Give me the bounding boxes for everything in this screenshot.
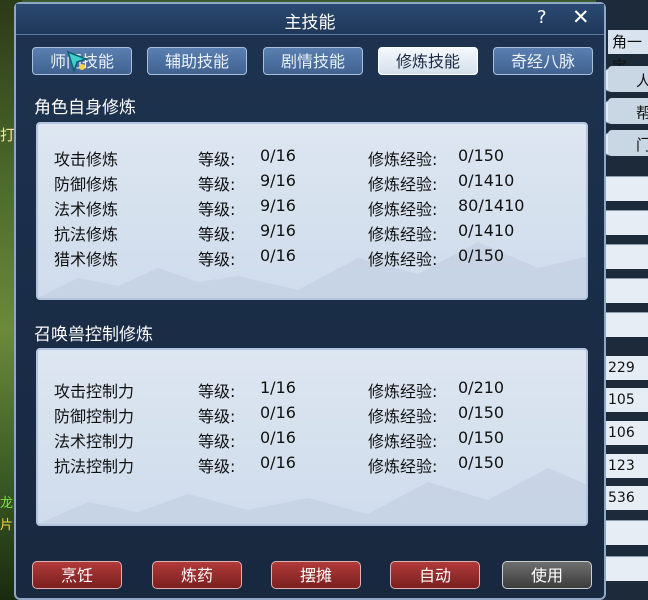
background-stat: 106 [606,421,648,445]
cultivation-row: 抗法控制力 等级: 0/16 修炼经验: 0/150 [54,453,505,476]
background-panel-title: 角一宝 [608,30,648,75]
cultivation-row: 法术修炼 等级: 9/16 修炼经验: 80/1410 [54,196,525,219]
cultivation-row: 猎术修炼 等级: 0/16 修炼经验: 0/150 [54,246,505,269]
help-button[interactable]: ? [537,7,547,28]
background-stat: 536 [606,486,648,510]
tab-story-skills[interactable]: 剧情技能 [263,47,363,75]
background-row [606,520,648,545]
background-chip[interactable]: 门 [608,130,648,156]
main-skills-window: 主技能 ? ✕ 师门技能 辅助技能 剧情技能 修炼技能 奇经八脉 角色自身修炼 … [14,2,606,600]
background-chip[interactable]: 人 [608,66,648,92]
background-chip[interactable]: 帮 [608,98,648,124]
cooking-button[interactable]: 烹饪 [32,561,122,589]
scene-text: 片 [0,518,14,533]
self-cultivation-title: 角色自身修炼 [34,98,136,118]
auto-button[interactable]: 自动 [390,561,480,589]
cultivation-row: 攻击控制力 等级: 1/16 修炼经验: 0/210 [54,378,505,401]
background-stat: 105 [606,388,648,412]
cultivation-row: 法术控制力 等级: 0/16 修炼经验: 0/150 [54,428,505,451]
background-stat: 123 [606,454,648,478]
background-row [606,556,648,581]
pet-cultivation-title: 召唤兽控制修炼 [34,325,153,345]
tab-assist-skills[interactable]: 辅助技能 [147,47,247,75]
cultivation-row: 抗法修炼 等级: 9/16 修炼经验: 0/1410 [54,221,515,244]
self-cultivation-panel: 攻击修炼 等级: 0/16 修炼经验: 0/150 防御修炼 等级: 9/16 修炼经验: 0/… [36,122,588,300]
title-bar[interactable]: 主技能 ? ✕ [16,4,604,35]
background-row [606,278,648,303]
window-title: 主技能 [284,13,336,33]
cultivation-row: 攻击修炼 等级: 0/16 修炼经验: 0/150 [54,146,505,169]
background-row [606,312,648,337]
tab-meridians[interactable]: 奇经八脉 [493,47,593,75]
background-stat: 229 [606,356,648,380]
background-row [606,176,648,201]
cursor-pointer-icon [66,50,89,74]
cultivation-row: 防御控制力 等级: 0/16 修炼经验: 0/150 [54,403,505,426]
scene-text: 龙 [0,496,14,511]
use-button[interactable]: 使用 [502,561,592,589]
alchemy-button[interactable]: 炼药 [152,561,242,589]
cultivation-row: 防御修炼 等级: 9/16 修炼经验: 0/1410 [54,171,515,194]
scene-text: 打 [0,126,16,144]
background-row [606,244,648,269]
close-button[interactable]: ✕ [572,5,590,29]
background-row [606,210,648,235]
tab-cultivation-skills[interactable]: 修炼技能 [378,47,478,75]
pet-cultivation-panel: 攻击控制力 等级: 1/16 修炼经验: 0/210 防御控制力 等级: 0/16 修炼经验:… [36,348,588,526]
stall-button[interactable]: 摆摊 [271,561,361,589]
